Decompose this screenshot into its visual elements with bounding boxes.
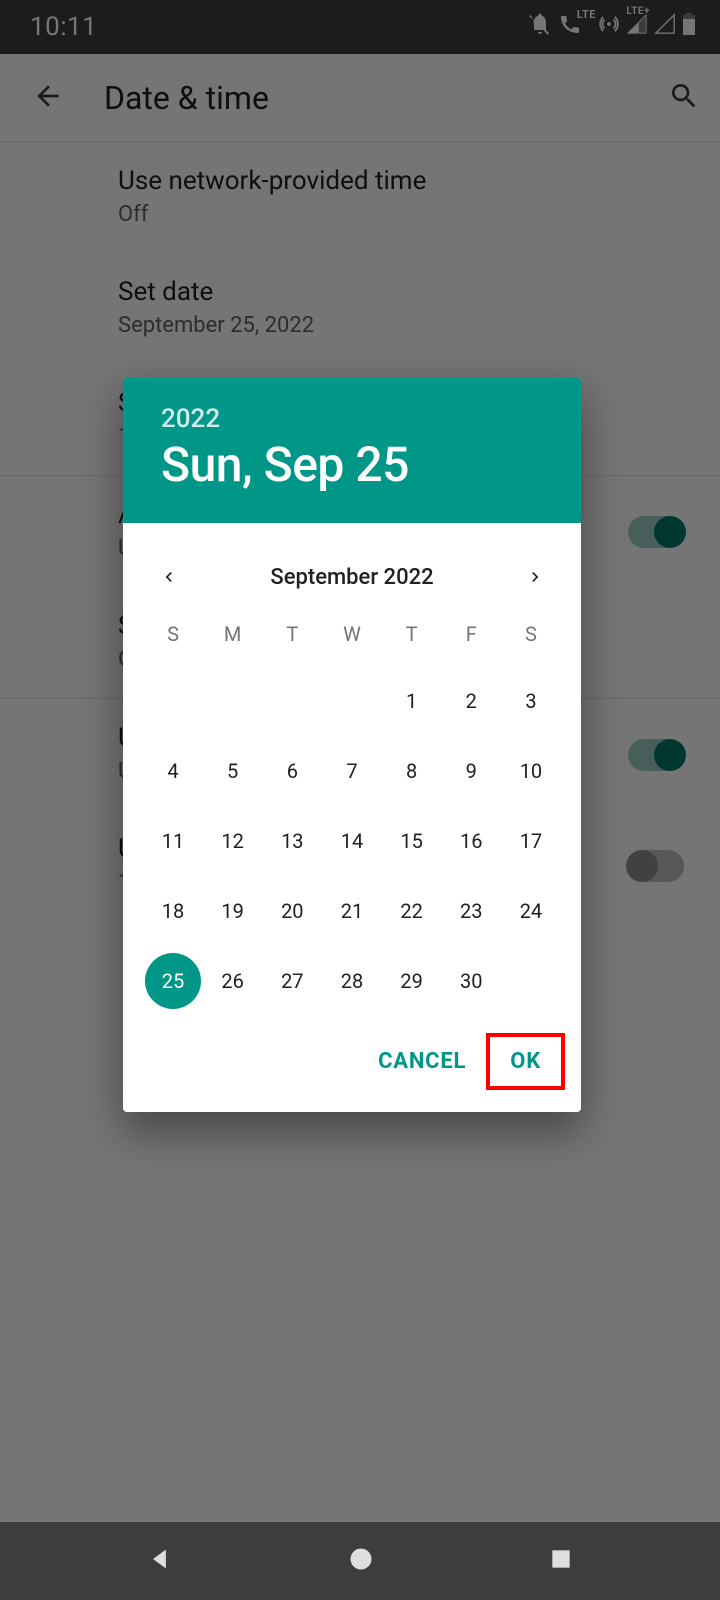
calendar-day[interactable]: 16	[443, 813, 499, 869]
calendar-day[interactable]: 23	[443, 883, 499, 939]
calendar-day[interactable]: 21	[324, 883, 380, 939]
calendar-day[interactable]: 1	[384, 673, 440, 729]
nav-back-icon[interactable]	[146, 1545, 174, 1577]
calendar-day[interactable]: 4	[145, 743, 201, 799]
calendar-day[interactable]: 10	[503, 743, 559, 799]
calendar-day[interactable]: 12	[205, 813, 261, 869]
date-picker-dialog: 2022 Sun, Sep 25 September 2022 SMTWTFS1…	[123, 378, 581, 1112]
calendar-day[interactable]: 22	[384, 883, 440, 939]
calendar-day[interactable]: 7	[324, 743, 380, 799]
cancel-button[interactable]: CANCEL	[356, 1035, 488, 1088]
calendar-grid: SMTWTFS123456789101112131415161718192021…	[145, 619, 559, 1009]
calendar-day[interactable]: 14	[324, 813, 380, 869]
nav-home-icon[interactable]	[347, 1545, 375, 1577]
dow-header: S	[503, 619, 559, 659]
calendar-day[interactable]: 13	[264, 813, 320, 869]
dow-header: T	[264, 619, 320, 659]
calendar-day[interactable]: 3	[503, 673, 559, 729]
dow-header: M	[205, 619, 261, 659]
ok-button[interactable]: OK	[488, 1035, 563, 1088]
calendar-day[interactable]: 5	[205, 743, 261, 799]
calendar-day[interactable]: 8	[384, 743, 440, 799]
date-picker-body: September 2022 SMTWTFS123456789101112131…	[123, 523, 581, 1017]
dow-header: W	[324, 619, 380, 659]
calendar-day[interactable]: 28	[324, 953, 380, 1009]
calendar-day[interactable]: 6	[264, 743, 320, 799]
calendar-day[interactable]: 20	[264, 883, 320, 939]
calendar-day[interactable]: 15	[384, 813, 440, 869]
calendar-day[interactable]: 18	[145, 883, 201, 939]
dow-header: F	[443, 619, 499, 659]
date-picker-selected-date[interactable]: Sun, Sep 25	[161, 436, 543, 493]
calendar-day[interactable]: 29	[384, 953, 440, 1009]
calendar-day[interactable]: 24	[503, 883, 559, 939]
calendar-day[interactable]: 17	[503, 813, 559, 869]
calendar-day[interactable]: 25	[145, 953, 201, 1009]
calendar-day[interactable]: 9	[443, 743, 499, 799]
month-label: September 2022	[270, 565, 433, 590]
next-month-button[interactable]	[519, 561, 551, 593]
prev-month-button[interactable]	[153, 561, 185, 593]
dow-header: T	[384, 619, 440, 659]
calendar-day[interactable]: 30	[443, 953, 499, 1009]
dow-header: S	[145, 619, 201, 659]
dialog-actions: CANCEL OK	[123, 1017, 581, 1112]
calendar-day[interactable]: 27	[264, 953, 320, 1009]
calendar-day[interactable]: 11	[145, 813, 201, 869]
month-navigator: September 2022	[145, 539, 559, 619]
date-picker-year[interactable]: 2022	[161, 404, 543, 434]
navigation-bar	[0, 1522, 720, 1600]
calendar-day[interactable]: 19	[205, 883, 261, 939]
date-picker-header: 2022 Sun, Sep 25	[123, 378, 581, 523]
calendar-day[interactable]: 26	[205, 953, 261, 1009]
nav-recents-icon[interactable]	[548, 1546, 574, 1576]
calendar-day[interactable]: 2	[443, 673, 499, 729]
